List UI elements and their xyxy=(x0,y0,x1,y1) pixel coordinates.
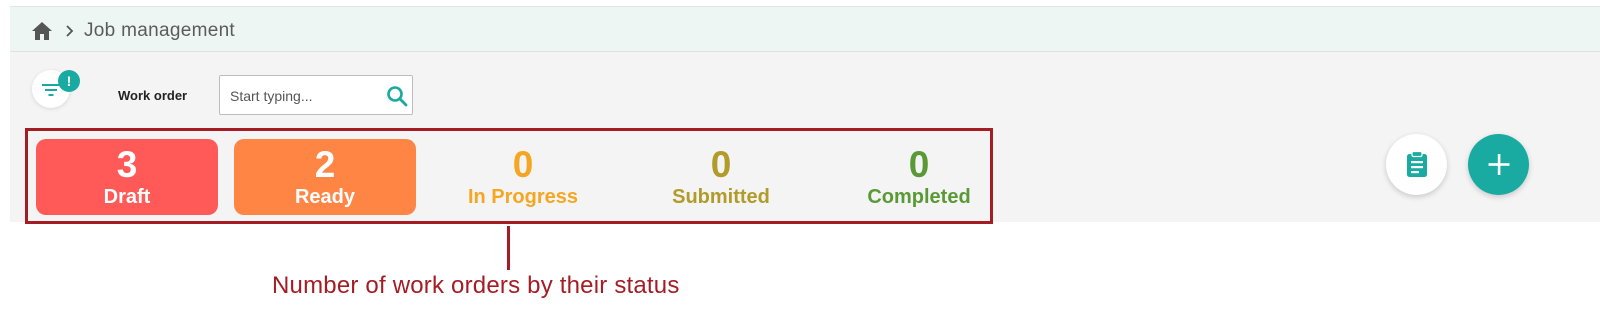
clipboard-button[interactable] xyxy=(1386,134,1447,195)
search-icon[interactable] xyxy=(386,85,408,107)
work-order-label: Work order xyxy=(118,88,188,103)
annotation-text: Number of work orders by their status xyxy=(272,272,680,299)
filter-alert-badge: ! xyxy=(58,70,80,92)
clipboard-icon xyxy=(1407,151,1427,177)
plus-icon xyxy=(1488,154,1510,175)
search-input[interactable] xyxy=(230,86,380,106)
work-order-search xyxy=(219,75,413,115)
breadcrumb: Job management xyxy=(10,6,1600,52)
status-highlight-box xyxy=(25,128,993,224)
page-title: Job management xyxy=(84,20,236,41)
chevron-right-icon xyxy=(66,25,74,37)
add-work-order-button[interactable] xyxy=(1468,134,1529,195)
home-icon[interactable] xyxy=(31,21,53,41)
callout-line xyxy=(507,226,510,270)
